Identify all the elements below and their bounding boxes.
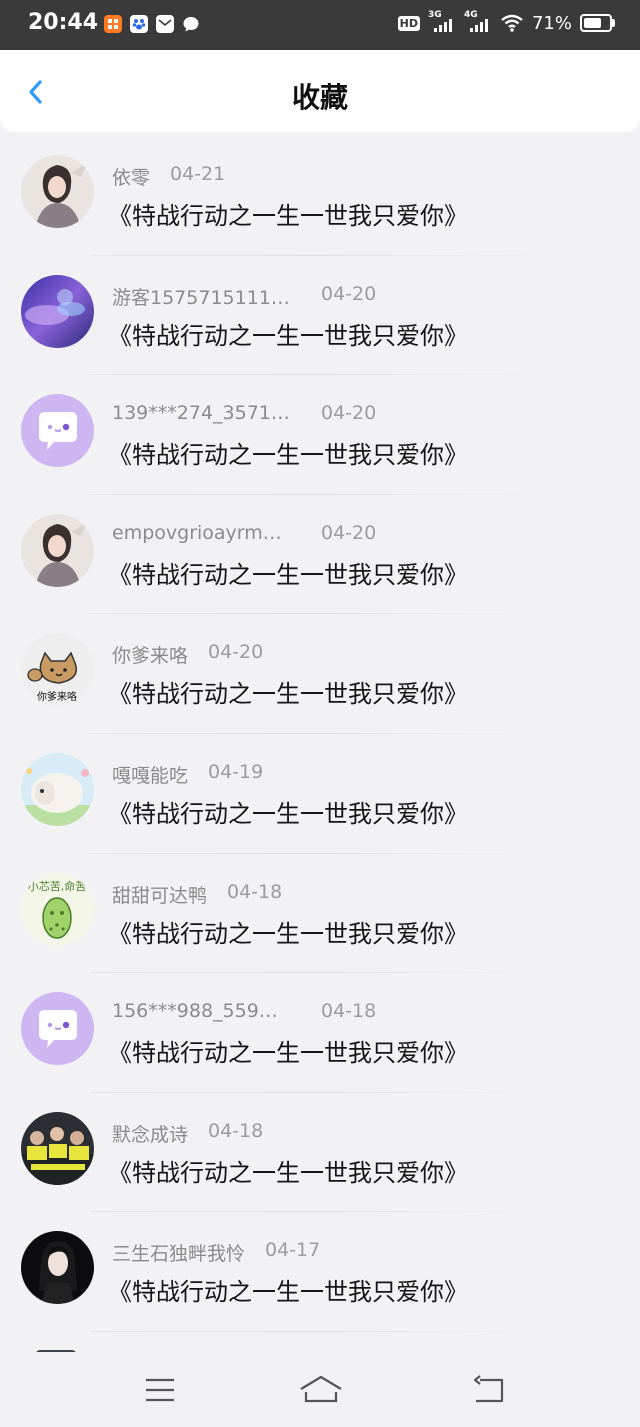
book-title[interactable]: 《特战行动之一生一世我只爱你》 — [108, 555, 468, 590]
book-title[interactable]: 《特战行动之一生一世我只爱你》 — [108, 196, 468, 231]
battery-icon — [580, 14, 615, 32]
cat-sticker-avatar[interactable]: 你爹来咯 — [21, 633, 94, 707]
date-label: 04-18 — [227, 880, 283, 903]
sheep-avatar[interactable] — [21, 752, 94, 826]
list-item[interactable]: empovgrioayrm… 04-20 《特战行动之一生一世我只爱你》 — [0, 494, 640, 615]
book-title[interactable]: 《特战行动之一生一世我只爱你》 — [108, 794, 468, 829]
bitter-melon-avatar[interactable]: 小芯苦,命苦 — [21, 872, 94, 946]
list-item[interactable]: 139***274_3571… 04-20 《特战行动之一生一世我只爱你》 — [0, 375, 640, 495]
user-name: 游客1575715111… — [112, 286, 290, 309]
svg-text:你爹来咯: 你爹来咯 — [37, 690, 77, 703]
date-label: 04-17 — [265, 1239, 321, 1262]
list-item[interactable]: 游客1575715111… 04-20 《特战行动之一生一世我只爱你》 — [0, 255, 640, 376]
hd-voice-icon: HD — [397, 15, 420, 31]
mail-notification-icon — [156, 15, 174, 33]
item-meta: 默念成诗 04-18 — [112, 1120, 263, 1146]
battery-percent: 71% — [531, 12, 572, 34]
book-title[interactable]: 《特战行动之一生一世我只爱你》 — [108, 435, 468, 470]
user-name: 三生石独畔我怜 — [112, 1243, 246, 1266]
portrait-avatar[interactable] — [21, 1231, 94, 1305]
status-time: 20:44 — [28, 10, 99, 35]
book-title[interactable]: 《特战行动之一生一世我只爱你》 — [108, 1033, 468, 1068]
menu-icon — [146, 1378, 174, 1402]
system-nav-bar — [0, 1352, 640, 1427]
default-chat-avatar[interactable] — [21, 992, 94, 1066]
user-name: 默念成诗 — [112, 1123, 189, 1146]
list-item[interactable]: 三生石独畔我怜 04-17 《特战行动之一生一世我只爱你》 — [0, 1212, 640, 1332]
list-item[interactable]: 小芯苦,命苦 甜甜可达鸭 04-18 《特战行动之一生一世我只爱你》 — [0, 853, 640, 974]
user-name: 依零 — [112, 167, 151, 189]
back-nav-button[interactable] — [470, 1374, 510, 1408]
list-item[interactable]: 嘎嘎能吃 04-19 《特战行动之一生一世我只爱你》 — [0, 733, 640, 854]
item-meta: 嘎嘎能吃 04-19 — [112, 761, 263, 787]
galaxy-avatar[interactable] — [21, 274, 94, 348]
date-label: 04-19 — [208, 760, 264, 783]
item-meta: 依零 04-21 — [112, 163, 225, 189]
item-meta: 139***274_3571… 04-20 — [112, 402, 376, 426]
list-item[interactable]: 156***988_559… 04-18 《特战行动之一生一世我只爱你》 — [0, 973, 640, 1093]
page-title: 收藏 — [291, 81, 348, 114]
date-label: 04-18 — [208, 1119, 264, 1142]
date-label: 04-20 — [321, 282, 377, 305]
header: 收藏 — [0, 50, 640, 132]
group-photo-avatar[interactable] — [21, 1111, 94, 1185]
notification-icons — [104, 15, 200, 33]
item-meta: 甜甜可达鸭 04-18 — [112, 881, 282, 907]
date-label: 04-20 — [321, 521, 377, 544]
date-label: 04-21 — [170, 163, 226, 185]
book-title[interactable]: 《特战行动之一生一世我只爱你》 — [108, 914, 468, 949]
user-name: 156***988_559… — [112, 1000, 278, 1023]
home-icon — [300, 1375, 342, 1403]
book-title[interactable]: 《特战行动之一生一世我只爱你》 — [108, 1272, 468, 1307]
user-name: 139***274_3571… — [112, 402, 290, 425]
list-item[interactable]: 你爹来咯 你爹来咯 04-20 《特战行动之一生一世我只爱你》 — [0, 614, 640, 734]
svg-text:小芯苦,命苦: 小芯苦,命苦 — [28, 879, 87, 893]
menu-button[interactable] — [142, 1374, 182, 1408]
user-name: 你爹来咯 — [112, 645, 189, 668]
divider — [90, 1330, 550, 1332]
book-title[interactable]: 《特战行动之一生一世我只爱你》 — [108, 674, 468, 709]
user-name: 甜甜可达鸭 — [112, 884, 208, 907]
status-right: HD 3G 4G 71% — [397, 10, 615, 34]
date-label: 04-20 — [208, 641, 264, 664]
signal-4g-icon: 4G — [464, 10, 492, 34]
wifi-icon — [501, 14, 523, 32]
item-meta: empovgrioayrm… 04-20 — [112, 521, 376, 546]
status-bar: 20:44 HD 3G 4G 71% — [0, 0, 640, 50]
item-meta: 你爹来咯 04-20 — [112, 641, 263, 668]
item-meta: 游客1575715111… 04-20 — [112, 283, 376, 309]
user-name: 嘎嘎能吃 — [112, 764, 189, 787]
photo-avatar[interactable] — [21, 513, 94, 587]
user-name: empovgrioayrm… — [112, 521, 282, 544]
item-meta: 156***988_559… 04-18 — [112, 1000, 376, 1024]
photo-avatar[interactable] — [21, 155, 94, 228]
book-title[interactable]: 《特战行动之一生一世我只爱你》 — [108, 316, 468, 351]
home-button[interactable] — [298, 1374, 344, 1408]
date-label: 04-20 — [321, 402, 377, 425]
signal-3g-icon: 3G — [428, 10, 456, 34]
favorites-list: 依零 04-21 《特战行动之一生一世我只爱你》 游客1575715111… 04-20… — [0, 136, 640, 1332]
list-item[interactable]: 默念成诗 04-18 《特战行动之一生一世我只爱你》 — [0, 1092, 640, 1213]
book-title[interactable]: 《特战行动之一生一世我只爱你》 — [108, 1153, 468, 1188]
back-icon — [473, 1375, 504, 1403]
date-label: 04-18 — [321, 1000, 377, 1023]
app-notification-icon — [104, 15, 122, 33]
chat-notification-icon — [182, 15, 200, 33]
default-chat-avatar[interactable] — [21, 394, 94, 468]
list-item[interactable]: 依零 04-21 《特战行动之一生一世我只爱你》 — [0, 136, 640, 256]
paw-notification-icon — [130, 15, 148, 33]
item-meta: 三生石独畔我怜 04-17 — [112, 1239, 320, 1266]
